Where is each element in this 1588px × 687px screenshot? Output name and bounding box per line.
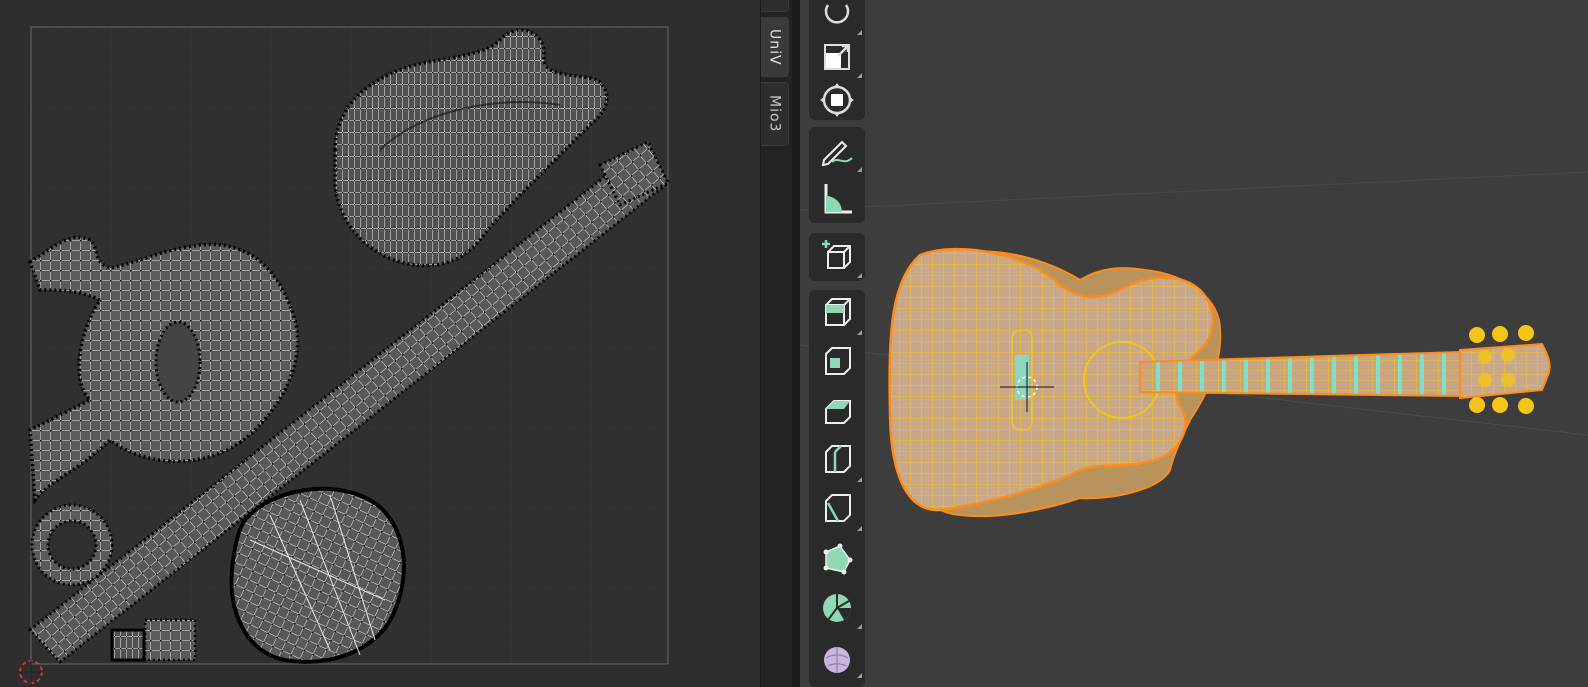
tool-bevel[interactable] [809,388,865,436]
guitar-headstock[interactable] [1459,325,1551,414]
sidebar-tab-strip: UniV Mio3 [760,0,793,687]
bevel-icon [825,400,851,424]
tool-inset-faces[interactable] [809,339,865,387]
horizon-line [800,171,1588,211]
scale-icon [824,44,850,70]
rotate-icon [824,4,850,24]
inset-faces-icon [825,347,851,375]
tool-annotate[interactable] [809,127,865,175]
tool-scale[interactable] [809,33,865,81]
tool-measure[interactable] [809,175,865,223]
uv-island-soundhole-ring[interactable] [30,503,114,587]
tool-transform[interactable] [809,76,865,120]
poly-build-icon [823,543,853,575]
measure-icon [824,184,852,214]
tool-spin[interactable] [809,584,865,632]
extrude-region-icon [825,298,851,326]
viewport-3d[interactable] [800,0,1588,687]
smooth-icon [824,647,850,673]
transform-icon [820,83,854,117]
sidebar-tab-top[interactable] [761,0,789,12]
tool-add-cube[interactable] [809,233,865,281]
tool-group-transform [809,0,865,120]
tool-group-mesh [809,290,865,687]
loop-cut-icon [825,445,851,473]
tool-group-annotate [809,127,865,223]
tool-poly-build[interactable] [809,535,865,583]
tool-knife[interactable] [809,486,865,534]
sidebar-tab-mio3-label: Mio3 [766,95,783,133]
uv-canvas[interactable] [0,0,760,687]
tool-extrude-region[interactable] [809,290,865,338]
sidebar-tab-univ-label: UniV [766,28,783,66]
uv-island-back-plate[interactable] [229,486,406,664]
uv-editor[interactable] [0,0,760,687]
tool-loop-cut[interactable] [809,437,865,485]
tool-smooth[interactable] [809,633,865,681]
annotate-icon [821,140,853,167]
viewport-scene[interactable] [800,0,1588,687]
add-cube-icon [822,240,851,269]
tool-group-add [809,233,865,281]
sidebar-tab-mio3[interactable]: Mio3 [761,82,789,146]
sidebar-tab-univ[interactable]: UniV [761,17,789,77]
spin-icon [823,594,851,622]
area-divider[interactable] [792,0,800,687]
knife-icon [825,494,851,522]
